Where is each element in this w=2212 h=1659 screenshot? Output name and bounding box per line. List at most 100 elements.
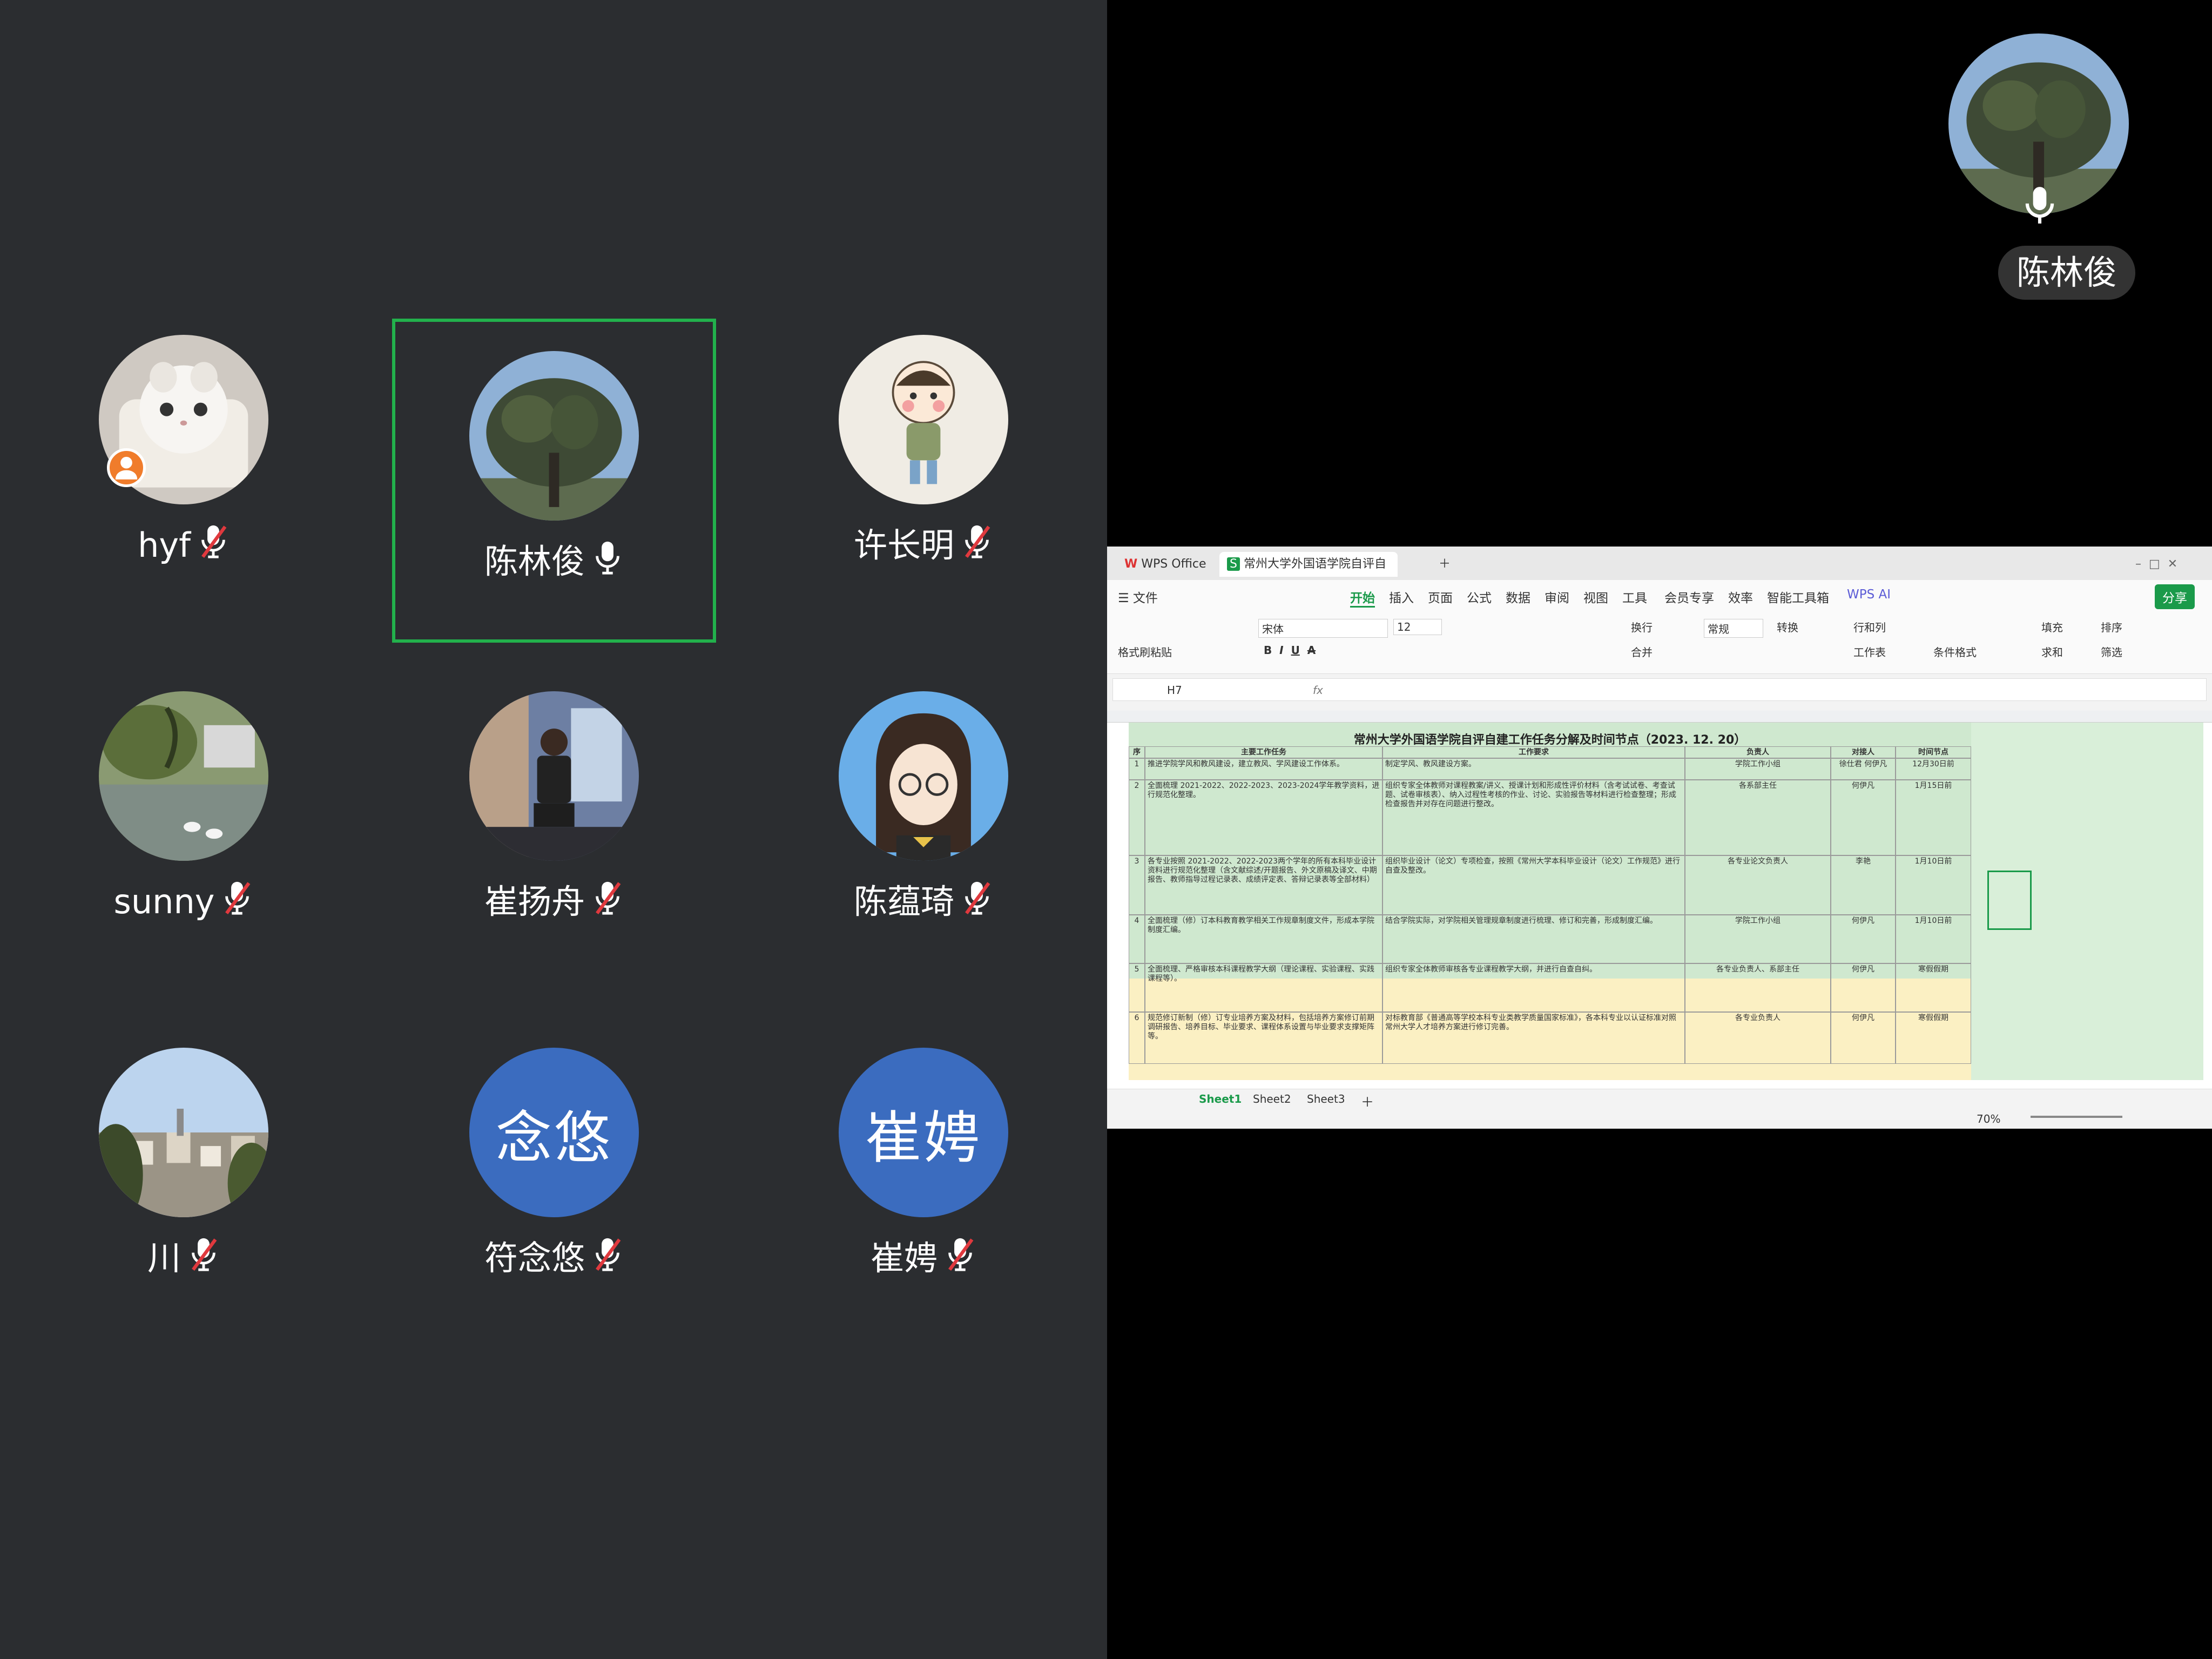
selected-cell[interactable] [1987, 871, 2032, 930]
participant-grid: hyf 陈林俊 许长明 sunny 崔扬舟 陈蕴琦 川 念悠 符念悠 崔娉 崔娉 [0, 0, 1107, 1659]
sheet-tab-3[interactable]: Sheet3 [1307, 1092, 1345, 1105]
sum-button[interactable]: 求和 [2041, 644, 2063, 659]
menu-member[interactable]: 会员专享 [1664, 588, 1714, 606]
menu-smart-tools[interactable]: 智能工具箱 [1767, 588, 1829, 606]
table-cell[interactable]: 1 [1129, 758, 1145, 780]
table-cell[interactable]: 3 [1129, 855, 1145, 915]
header-cell[interactable]: 负责人 [1685, 746, 1831, 758]
menu-data[interactable]: 数据 [1506, 588, 1530, 606]
format-painter-button[interactable]: 格式刷 [1118, 644, 1150, 659]
menu-tools[interactable]: 工具 [1622, 588, 1647, 606]
share-button[interactable]: 分享 [2155, 584, 2195, 609]
header-cell[interactable]: 时间节点 [1896, 746, 1971, 758]
rows-cols-button[interactable]: 行和列 [1853, 619, 1886, 635]
table-cell[interactable]: 全面梳理、严格审核本科课程教学大纲（理论课程、实验课程、实践课程等）。 [1145, 963, 1382, 1012]
table-cell[interactable]: 1月15日前 [1896, 780, 1971, 855]
participant-tile[interactable]: 川 [22, 1015, 346, 1339]
spreadsheet-grid[interactable]: 常州大学外国语学院自评自建工作任务分解及时间节点（2023. 12. 20） 序… [1107, 711, 2212, 1089]
table-cell[interactable]: 李艳 [1831, 855, 1896, 915]
menu-efficiency[interactable]: 效率 [1728, 588, 1753, 606]
sheet-tab-2[interactable]: Sheet2 [1253, 1092, 1291, 1105]
add-sheet-button[interactable]: ＋ [1361, 1091, 1374, 1110]
table-cell[interactable]: 推进学院学风和教风建设，建立教风、学风建设工作体系。 [1145, 758, 1382, 780]
participant-tile[interactable]: 念悠 符念悠 [392, 1015, 716, 1339]
menu-view[interactable]: 视图 [1583, 588, 1608, 606]
participant-tile[interactable]: 崔娉 崔娉 [761, 1015, 1085, 1339]
header-cell[interactable]: 序 [1129, 746, 1145, 758]
zoom-level[interactable]: 70% [1977, 1112, 2000, 1125]
tab-wps-office[interactable]: W WPS Office [1117, 552, 1213, 577]
table-cell[interactable]: 2 [1129, 780, 1145, 855]
table-cell[interactable]: 4 [1129, 915, 1145, 963]
menu-formula[interactable]: 公式 [1467, 588, 1492, 606]
menu-review[interactable]: 审阅 [1545, 588, 1569, 606]
fx-icon[interactable]: fx [1313, 684, 1323, 697]
table-cell[interactable]: 1月10日前 [1896, 915, 1971, 963]
menu-file[interactable]: ☰ 文件 [1118, 588, 1158, 606]
menu-home[interactable]: 开始 [1350, 588, 1375, 608]
header-cell[interactable]: 主要工作任务 [1145, 746, 1382, 758]
sort-button[interactable]: 排序 [2101, 619, 2122, 635]
table-cell[interactable]: 学院工作小组 [1685, 758, 1831, 780]
table-cell[interactable]: 对标教育部《普通高等学校本科专业类教学质量国家标准》，各本科专业以认证标准对照常… [1382, 1012, 1685, 1064]
table-cell[interactable]: 何伊凡 [1831, 780, 1896, 855]
convert-button[interactable]: 转换 [1777, 619, 1798, 635]
table-cell[interactable]: 学院工作小组 [1685, 915, 1831, 963]
header-cell[interactable]: 对接人 [1831, 746, 1896, 758]
header-cell[interactable]: 工作要求 [1382, 746, 1685, 758]
table-cell[interactable]: 徐仕君 何伊凡 [1831, 758, 1896, 780]
font-select[interactable]: 宋体 [1258, 619, 1388, 638]
table-cell[interactable]: 何伊凡 [1831, 915, 1896, 963]
bold-button[interactable]: B I U A [1264, 644, 1316, 657]
avatar [469, 351, 639, 521]
table-cell[interactable]: 6 [1129, 1012, 1145, 1064]
paste-button[interactable]: 粘贴 [1150, 644, 1172, 659]
menu-wps-ai[interactable]: WPS AI [1847, 588, 1891, 602]
tab-document[interactable]: S 常州大学外国语学院自评自建 ✕ [1219, 552, 1398, 596]
table-cell[interactable]: 各系部主任 [1685, 780, 1831, 855]
window-controls[interactable]: – □ ✕ [2128, 552, 2185, 577]
menu-page[interactable]: 页面 [1428, 588, 1453, 606]
table-cell[interactable]: 组织专家全体教师对课程教案/讲义、授课计划和形成性评价材料（含考试试卷、考查试题… [1382, 780, 1685, 855]
table-cell[interactable]: 何伊凡 [1831, 1012, 1896, 1064]
worksheet-button[interactable]: 工作表 [1853, 644, 1886, 659]
table-cell[interactable]: 全面梳理 2021-2022、2022-2023、2023-2024学年教学资料… [1145, 780, 1382, 855]
table-cell[interactable]: 组织毕业设计（论文）专项检查，按照《常州大学本科毕业设计（论文）工作规范》进行自… [1382, 855, 1685, 915]
zoom-slider[interactable] [2031, 1116, 2122, 1118]
filter-button[interactable]: 筛选 [2101, 644, 2122, 659]
participant-tile-active[interactable]: 陈林俊 [392, 319, 716, 643]
table-cell[interactable]: 各专业负责人 [1685, 1012, 1831, 1064]
participant-tile[interactable]: 陈蕴琦 [761, 659, 1085, 983]
table-cell[interactable]: 各专业负责人、系部主任 [1685, 963, 1831, 1012]
wrap-button[interactable]: 换行 [1631, 619, 1653, 635]
participant-tile[interactable]: sunny [22, 659, 346, 983]
formula-bar[interactable]: H7 fx [1112, 678, 2207, 701]
participant-tile[interactable]: hyf [22, 302, 346, 626]
wps-window[interactable]: W WPS Office S 常州大学外国语学院自评自建 ✕ ＋ – □ ✕ ☰… [1107, 547, 2212, 1129]
sheet-tab-1[interactable]: Sheet1 [1199, 1092, 1242, 1105]
table-cell[interactable]: 结合学院实际，对学院相关管理规章制度进行梳理、修订和完善，形成制度汇编。 [1382, 915, 1685, 963]
menu-insert[interactable]: 插入 [1389, 588, 1414, 606]
participant-tile[interactable]: 许长明 [761, 302, 1085, 626]
mic-muted-icon [221, 879, 253, 929]
cell-reference[interactable]: H7 [1167, 684, 1182, 697]
new-tab-button[interactable]: ＋ [1431, 552, 1458, 577]
table-cell[interactable]: 制定学风、教风建设方案。 [1382, 758, 1685, 780]
merge-button[interactable]: 合并 [1631, 644, 1653, 659]
font-size-select[interactable]: 12 [1393, 619, 1442, 635]
table-cell[interactable]: 寒假假期 [1896, 1012, 1971, 1064]
table-cell[interactable]: 5 [1129, 963, 1145, 1012]
conditional-format-button[interactable]: 条件格式 [1933, 644, 1977, 659]
table-cell[interactable]: 全面梳理（修）订本科教育教学相关工作规章制度文件，形成本学院制度汇编。 [1145, 915, 1382, 963]
fill-button[interactable]: 填充 [2041, 619, 2063, 635]
table-cell[interactable]: 12月30日前 [1896, 758, 1971, 780]
participant-tile[interactable]: 崔扬舟 [392, 659, 716, 983]
table-cell[interactable]: 各专业论文负责人 [1685, 855, 1831, 915]
table-cell[interactable]: 寒假假期 [1896, 963, 1971, 1012]
table-cell[interactable]: 组织专家全体教师审核各专业课程教学大纲，并进行自查自纠。 [1382, 963, 1685, 1012]
table-cell[interactable]: 何伊凡 [1831, 963, 1896, 1012]
table-cell[interactable]: 规范修订新制（修）订专业培养方案及材料，包括培养方案修订前期调研报告、培养目标、… [1145, 1012, 1382, 1064]
table-cell[interactable]: 1月10日前 [1896, 855, 1971, 915]
number-format-select[interactable]: 常规 [1704, 619, 1763, 638]
table-cell[interactable]: 各专业按照 2021-2022、2022-2023两个学年的所有本科毕业设计资料… [1145, 855, 1382, 915]
